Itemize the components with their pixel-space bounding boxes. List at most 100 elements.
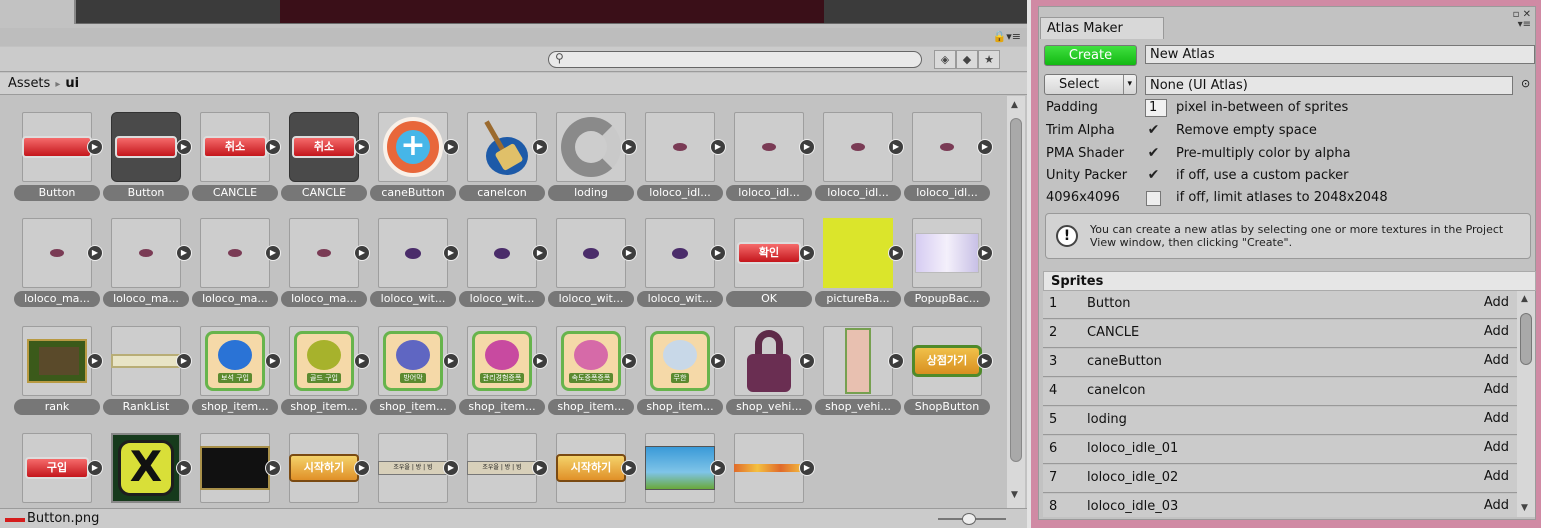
- asset-item[interactable]: ▶ shop_vehi...: [726, 326, 815, 418]
- asset-thumbnail[interactable]: [200, 433, 270, 503]
- window-controls[interactable]: ▫ ✕ ▾≡: [1513, 10, 1531, 30]
- asset-thumbnail[interactable]: [734, 433, 804, 503]
- expand-arrow-icon[interactable]: ▶: [799, 245, 815, 261]
- filter-by-type-icon[interactable]: ◈: [934, 50, 956, 69]
- asset-item[interactable]: ▶ loloco_idl...: [726, 112, 815, 204]
- asset-thumbnail[interactable]: [645, 218, 715, 288]
- lock-icon[interactable]: 🔒▾≡: [993, 30, 1021, 43]
- zoom-slider-knob[interactable]: [962, 513, 976, 525]
- asset-thumbnail[interactable]: [378, 218, 448, 288]
- asset-thumbnail[interactable]: 시작하기: [289, 433, 359, 503]
- asset-item[interactable]: + ▶ caneButton: [370, 112, 459, 204]
- asset-item[interactable]: ▶ Button: [14, 112, 103, 204]
- expand-arrow-icon[interactable]: ▶: [799, 460, 815, 476]
- expand-arrow-icon[interactable]: ▶: [710, 460, 726, 476]
- asset-thumbnail[interactable]: [22, 218, 92, 288]
- expand-arrow-icon[interactable]: ▶: [532, 460, 548, 476]
- expand-arrow-icon[interactable]: ▶: [443, 460, 459, 476]
- scroll-up-arrow-icon[interactable]: ▲: [1011, 100, 1018, 110]
- asset-item[interactable]: ▶ caneIcon: [459, 112, 548, 204]
- asset-item[interactable]: ▶ RankList: [103, 326, 192, 418]
- expand-arrow-icon[interactable]: ▶: [176, 139, 192, 155]
- asset-thumbnail[interactable]: 보석 구입: [200, 326, 270, 396]
- asset-item[interactable]: 속도증폭증폭 ▶ shop_item...: [548, 326, 637, 418]
- expand-arrow-icon[interactable]: ▶: [265, 460, 281, 476]
- expand-arrow-icon[interactable]: ▶: [265, 353, 281, 369]
- expand-arrow-icon[interactable]: ▶: [977, 353, 993, 369]
- padding-input[interactable]: 1: [1145, 99, 1167, 117]
- expand-arrow-icon[interactable]: ▶: [621, 245, 637, 261]
- filter-by-label-icon[interactable]: ◆: [956, 50, 978, 69]
- asset-item[interactable]: ▶ shop_vehi...: [815, 326, 904, 418]
- asset-item[interactable]: 확인 ▶ OK: [726, 218, 815, 310]
- expand-arrow-icon[interactable]: ▶: [443, 245, 459, 261]
- sprite-row[interactable]: 2 CANCLE Add: [1043, 320, 1517, 348]
- zoom-slider[interactable]: [938, 513, 1006, 525]
- sprite-row[interactable]: 4 caneIcon Add: [1043, 378, 1517, 406]
- sprite-row[interactable]: 7 loloco_idle_02 Add: [1043, 465, 1517, 493]
- asset-item[interactable]: 보석 구입 ▶ shop_item...: [192, 326, 281, 418]
- asset-thumbnail[interactable]: [734, 326, 804, 396]
- asset-thumbnail[interactable]: [556, 218, 626, 288]
- asset-item[interactable]: 취소 ▶ CANCLE: [281, 112, 370, 204]
- expand-arrow-icon[interactable]: ▶: [888, 139, 904, 155]
- asset-thumbnail[interactable]: [22, 326, 92, 396]
- asset-item[interactable]: ▶ loloco_ma...: [192, 218, 281, 310]
- tab-atlas-maker[interactable]: Atlas Maker: [1040, 17, 1164, 39]
- expand-arrow-icon[interactable]: ▶: [87, 139, 103, 155]
- asset-thumbnail[interactable]: 시작하기: [556, 433, 626, 503]
- asset-item[interactable]: 방어막 ▶ shop_item...: [370, 326, 459, 418]
- asset-item[interactable]: ▶ rank: [14, 326, 103, 418]
- asset-item[interactable]: ▶ loloco_idl...: [904, 112, 993, 204]
- asset-thumbnail[interactable]: 속도증폭증폭: [556, 326, 626, 396]
- scrollbar-thumb[interactable]: [1010, 118, 1022, 462]
- expand-arrow-icon[interactable]: ▶: [532, 353, 548, 369]
- add-sprite-button[interactable]: Add: [1484, 440, 1509, 455]
- expand-arrow-icon[interactable]: ▶: [710, 139, 726, 155]
- expand-arrow-icon[interactable]: ▶: [354, 353, 370, 369]
- expand-arrow-icon[interactable]: ▶: [176, 460, 192, 476]
- asset-item[interactable]: ▶ loloco_idl...: [637, 112, 726, 204]
- sprite-row[interactable]: 5 loding Add: [1043, 407, 1517, 435]
- checkbox-checked[interactable]: ✔: [1146, 168, 1161, 184]
- expand-arrow-icon[interactable]: ▶: [87, 460, 103, 476]
- asset-item[interactable]: ▶ loloco_ma...: [14, 218, 103, 310]
- asset-item[interactable]: ▶ loloco_wit...: [548, 218, 637, 310]
- asset-item[interactable]: ▶ loloco_idl...: [815, 112, 904, 204]
- atlas-name-field[interactable]: New Atlas: [1145, 45, 1535, 64]
- asset-item[interactable]: ▶ loding: [548, 112, 637, 204]
- asset-item[interactable]: ▶ pictureBa...: [815, 218, 904, 310]
- asset-thumbnail[interactable]: 구입: [22, 433, 92, 503]
- asset-thumbnail[interactable]: [22, 112, 92, 182]
- asset-thumbnail[interactable]: [912, 218, 982, 288]
- scrollbar-thumb[interactable]: [1520, 313, 1532, 365]
- asset-item[interactable]: ▶ loloco_ma...: [103, 218, 192, 310]
- asset-item[interactable]: 무한 ▶ shop_item...: [637, 326, 726, 418]
- asset-thumbnail[interactable]: [823, 218, 893, 288]
- scroll-down-arrow-icon[interactable]: ▼: [1011, 490, 1018, 500]
- asset-item[interactable]: 관리경험증폭 ▶ shop_item...: [459, 326, 548, 418]
- asset-thumbnail[interactable]: [912, 112, 982, 182]
- asset-thumbnail[interactable]: [467, 112, 537, 182]
- expand-arrow-icon[interactable]: ▶: [354, 139, 370, 155]
- add-sprite-button[interactable]: Add: [1484, 498, 1509, 513]
- sprites-header[interactable]: Sprites: [1043, 271, 1536, 291]
- scroll-down-arrow-icon[interactable]: ▼: [1521, 503, 1528, 513]
- expand-arrow-icon[interactable]: ▶: [888, 245, 904, 261]
- expand-arrow-icon[interactable]: ▶: [176, 353, 192, 369]
- expand-arrow-icon[interactable]: ▶: [888, 353, 904, 369]
- asset-item[interactable]: ▶ PopupBac...: [904, 218, 993, 310]
- expand-arrow-icon[interactable]: ▶: [354, 245, 370, 261]
- sprites-scrollbar[interactable]: ▲ ▼: [1517, 291, 1535, 517]
- sprite-row[interactable]: 3 caneButton Add: [1043, 349, 1517, 377]
- asset-thumbnail[interactable]: [467, 218, 537, 288]
- asset-thumbnail[interactable]: [111, 218, 181, 288]
- expand-arrow-icon[interactable]: ▶: [799, 139, 815, 155]
- add-sprite-button[interactable]: Add: [1484, 382, 1509, 397]
- atlas-object-field[interactable]: None (UI Atlas): [1145, 76, 1513, 95]
- expand-arrow-icon[interactable]: ▶: [532, 245, 548, 261]
- add-sprite-button[interactable]: Add: [1484, 324, 1509, 339]
- expand-arrow-icon[interactable]: ▶: [621, 139, 637, 155]
- asset-item[interactable]: 골드 구입 ▶ shop_item...: [281, 326, 370, 418]
- asset-thumbnail[interactable]: [200, 218, 270, 288]
